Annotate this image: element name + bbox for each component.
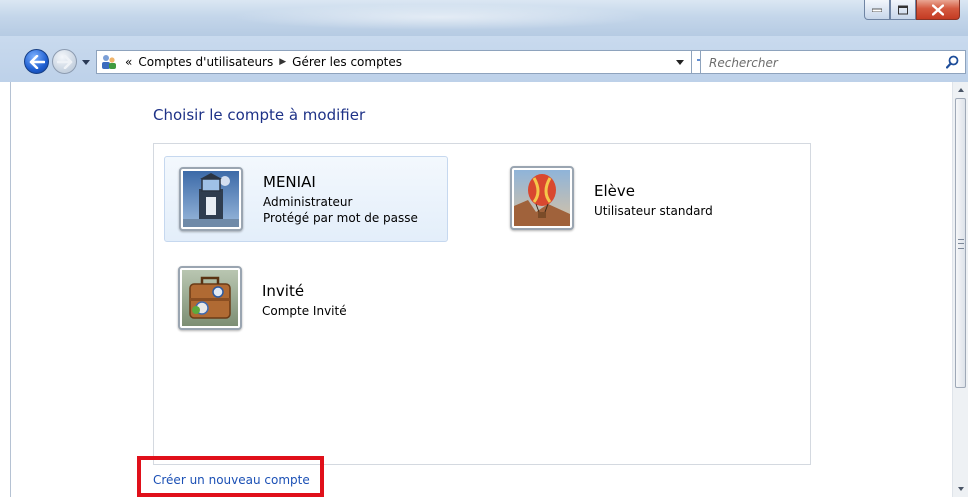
- vertical-scrollbar[interactable]: [952, 82, 968, 497]
- close-icon: [932, 4, 944, 15]
- close-button[interactable]: [916, 0, 960, 20]
- back-button[interactable]: [24, 49, 49, 74]
- account-picture-suitcase: [178, 266, 242, 330]
- back-arrow-icon: [29, 55, 45, 69]
- account-name: Elève: [594, 182, 635, 200]
- search-icon[interactable]: [946, 55, 959, 69]
- recent-pages-dropdown-icon[interactable]: [80, 55, 92, 69]
- forward-button[interactable]: [52, 49, 77, 74]
- page-title: Choisir le compte à modifier: [153, 106, 366, 124]
- minimize-icon: [872, 8, 882, 12]
- search-input[interactable]: [707, 53, 931, 73]
- account-password-status: Protégé par mot de passe: [263, 211, 418, 225]
- breadcrumb-chevron-icon[interactable]: ▶: [279, 57, 286, 67]
- user-accounts-icon: [102, 55, 116, 69]
- account-picture-lighthouse: [179, 167, 243, 231]
- window-controls: [864, 0, 960, 22]
- account-type: Utilisateur standard: [594, 204, 713, 218]
- account-type: Administrateur: [263, 195, 353, 209]
- scroll-down-arrow-icon[interactable]: [953, 481, 968, 497]
- account-tile-meniai[interactable]: MENIAI Administrateur Protégé par mot de…: [164, 156, 448, 242]
- hot-air-balloon-icon: [514, 170, 570, 226]
- breadcrumb-overflow[interactable]: «: [125, 55, 132, 69]
- account-tile-invite[interactable]: Invité Compte Invité: [164, 256, 448, 342]
- search-box[interactable]: [700, 50, 966, 74]
- scrollbar-grip-icon: [958, 239, 964, 249]
- forward-arrow-icon: [57, 55, 73, 69]
- account-tile-eleve[interactable]: Elève Utilisateur standard: [496, 156, 780, 242]
- minimize-button[interactable]: [864, 0, 890, 20]
- account-name: MENIAI: [263, 173, 316, 191]
- breadcrumb-item-user-accounts[interactable]: Comptes d'utilisateurs: [138, 55, 273, 69]
- highlight-annotation-box: [137, 456, 324, 497]
- suitcase-icon: [182, 270, 238, 326]
- account-type: Compte Invité: [262, 304, 347, 318]
- breadcrumb: « Comptes d'utilisateurs ▶ Gérer les com…: [125, 55, 402, 69]
- account-picture-hot-air-balloon: [510, 166, 574, 230]
- title-bar-glow: [230, 4, 650, 30]
- address-dropdown-icon[interactable]: [675, 57, 685, 67]
- maximize-icon: [898, 5, 908, 14]
- lighthouse-icon: [183, 171, 239, 227]
- scrollbar-thumb[interactable]: [955, 98, 966, 388]
- breadcrumb-item-manage-accounts[interactable]: Gérer les comptes: [292, 55, 402, 69]
- scroll-up-arrow-icon[interactable]: [953, 82, 968, 98]
- account-name: Invité: [262, 282, 305, 300]
- title-bar: [0, 0, 968, 36]
- maximize-button[interactable]: [890, 0, 916, 20]
- address-bar[interactable]: « Comptes d'utilisateurs ▶ Gérer les com…: [96, 50, 692, 74]
